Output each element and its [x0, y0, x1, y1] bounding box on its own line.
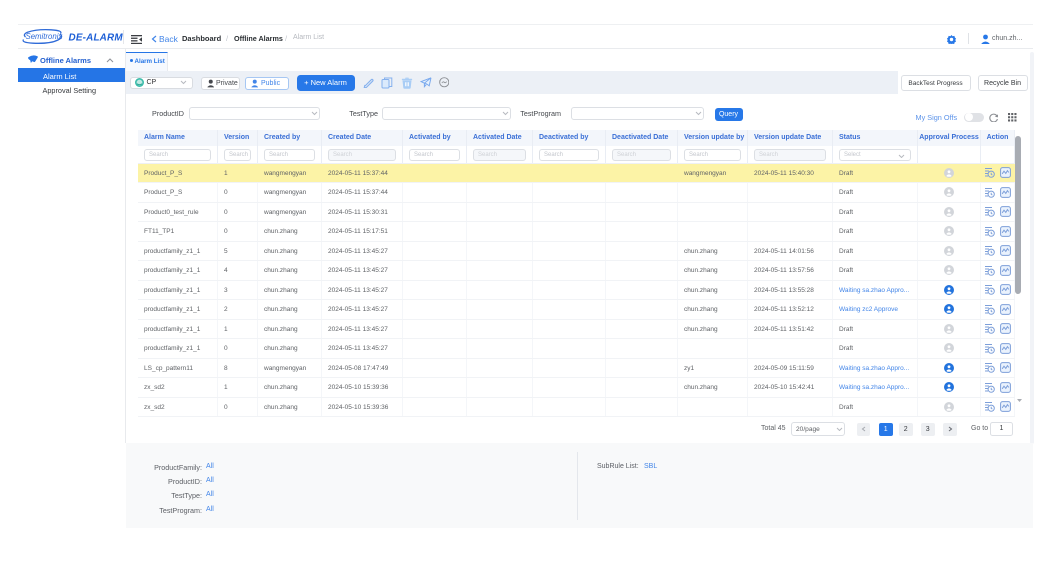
- svg-text:DE-ALARM: DE-ALARM: [69, 32, 124, 43]
- svg-text:Semitronix: Semitronix: [26, 32, 64, 41]
